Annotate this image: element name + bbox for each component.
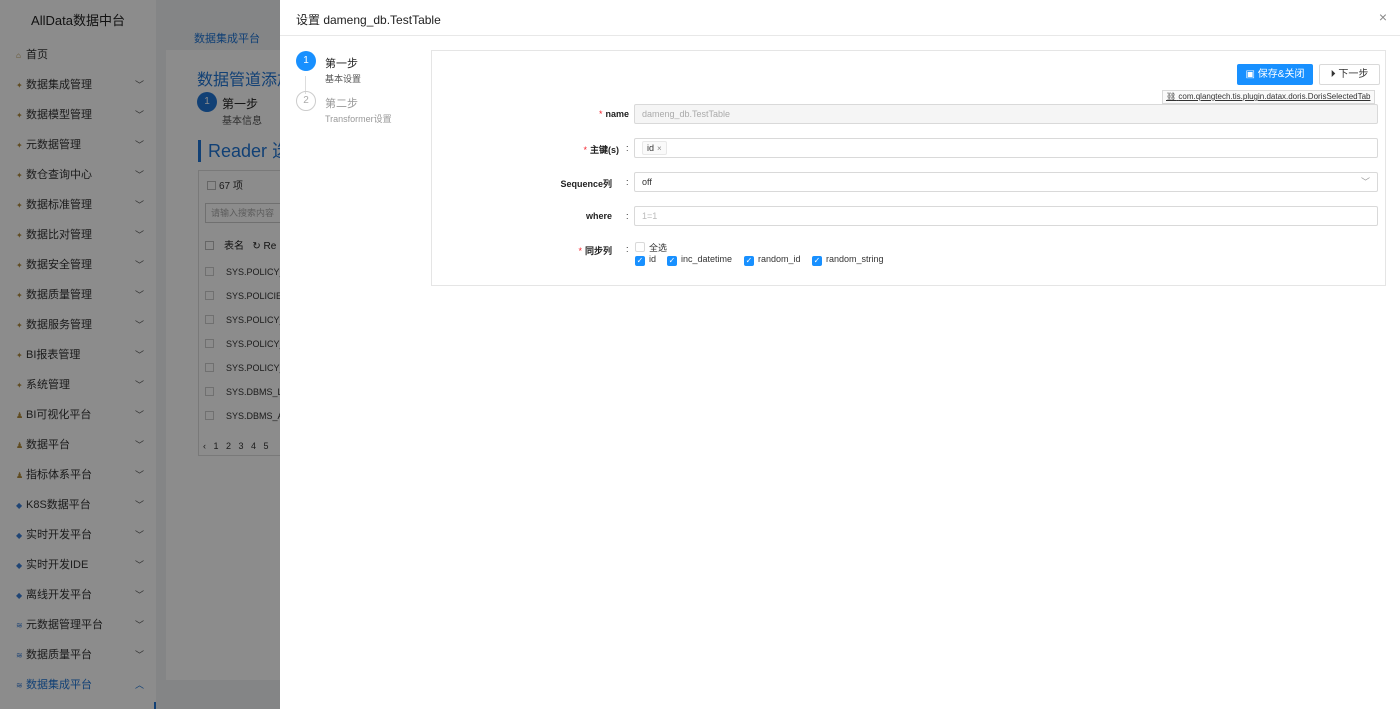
where-input[interactable]: 1=1 xyxy=(634,206,1378,226)
chevron-down-icon: ﹀ xyxy=(1360,177,1370,187)
column-checkbox-inc-datetime[interactable]: ✓ inc_datetime xyxy=(667,254,732,266)
step-2-title: 第二步 xyxy=(325,98,358,110)
select-all-label: 全选 xyxy=(649,243,668,253)
step-2-subtitle: Transformer设置 xyxy=(325,114,392,124)
form-card: ▣ 保存&关闭 ⏵ 下一步 ⛓ com.qlangtech.tis.plugin… xyxy=(431,50,1386,286)
next-step-label: 下一步 xyxy=(1338,69,1369,80)
check-icon: ✓ xyxy=(744,256,754,266)
column-label: random_id xyxy=(758,254,801,264)
column-label: inc_datetime xyxy=(681,254,733,264)
where-label: where xyxy=(585,211,612,221)
step-1-subtitle: 基本设置 xyxy=(325,74,362,84)
save-close-label: 保存&关闭 xyxy=(1257,69,1305,80)
sequence-select[interactable]: off ﹀ xyxy=(634,172,1378,192)
check-icon: ✓ xyxy=(812,256,822,266)
colon: : xyxy=(626,211,629,221)
primary-key-select[interactable]: id × xyxy=(634,138,1378,158)
name-input[interactable]: dameng_db.TestTable xyxy=(634,104,1378,124)
check-icon: ✓ xyxy=(667,256,677,266)
tag-label: id xyxy=(647,143,655,153)
primary-key-tag: id × xyxy=(642,141,667,155)
primary-key-label: * 主键(s) xyxy=(583,145,619,155)
settings-drawer: 设置 dameng_db.TestTable × 1 第一步 基本设置 2 第二… xyxy=(280,0,1400,709)
colon: : xyxy=(626,143,629,153)
name-label: * name xyxy=(598,109,629,119)
next-step-button[interactable]: ⏵ 下一步 xyxy=(1319,64,1380,85)
save-icon: ▣ xyxy=(1245,69,1255,80)
step-2-number: 2 xyxy=(296,91,316,111)
column-label: random_string xyxy=(826,254,884,264)
checkbox-unchecked xyxy=(635,242,645,252)
plugin-link[interactable]: ⛓ com.qlangtech.tis.plugin.datax.doris.D… xyxy=(1162,90,1375,104)
link-icon: ⛓ xyxy=(1166,92,1177,101)
colon: : xyxy=(626,244,629,254)
plugin-link-text: com.qlangtech.tis.plugin.datax.doris.Dor… xyxy=(1178,92,1371,101)
check-icon: ✓ xyxy=(635,256,645,266)
column-checkbox-random-id[interactable]: ✓ random_id xyxy=(744,254,801,266)
sync-columns-label: * 同步列 xyxy=(578,246,612,256)
colon: : xyxy=(626,109,629,119)
close-icon[interactable]: × xyxy=(1376,10,1390,24)
drawer-header: 设置 dameng_db.TestTable × xyxy=(280,0,1400,36)
drawer-title: 设置 dameng_db.TestTable xyxy=(296,13,441,27)
select-all-checkbox[interactable]: 全选 xyxy=(635,241,667,254)
column-checkbox-random-string[interactable]: ✓ random_string xyxy=(812,254,884,266)
colon: : xyxy=(626,177,629,187)
step-forward-icon: ⏵ xyxy=(1330,69,1336,80)
sequence-value: off xyxy=(642,177,652,187)
remove-tag-icon[interactable]: × xyxy=(657,144,662,153)
step-1-title: 第一步 xyxy=(325,58,358,70)
column-label: id xyxy=(649,254,657,264)
sequence-label: Sequence列 xyxy=(560,179,612,189)
step-1-number: 1 xyxy=(296,51,316,71)
save-close-button[interactable]: ▣ 保存&关闭 xyxy=(1237,64,1313,85)
column-checkbox-id[interactable]: ✓ id xyxy=(635,254,656,266)
